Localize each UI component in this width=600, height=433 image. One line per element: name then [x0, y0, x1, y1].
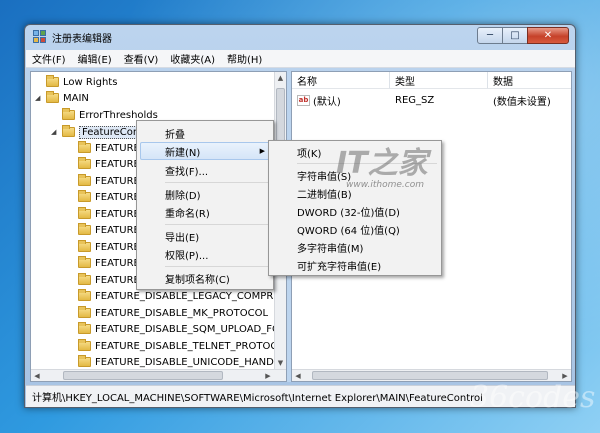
ithome-watermark: IT之家: [336, 138, 428, 182]
folder-icon: [78, 190, 91, 202]
tree-item[interactable]: FEATURE_: [67, 173, 145, 189]
context-menu: 折叠 新建(N) ▶ 查找(F)... 删除(D) 重命名(R) 导出(E) 权…: [136, 120, 274, 290]
close-button[interactable]: ✕: [527, 27, 569, 44]
submenu-item-expandable-string-value[interactable]: 可扩充字符串值(E): [273, 256, 437, 274]
tree-item-label: MAIN: [63, 92, 89, 104]
scroll-left-icon[interactable]: ◀: [31, 372, 43, 380]
string-value-icon: ab: [297, 94, 310, 106]
folder-icon: [78, 273, 91, 285]
tree-item-label: FEATURE_DISABLE_TELNET_PROTOCC: [95, 340, 285, 352]
tree-item-label: FEATURE_DISABLE_UNICODE_HANDLE: [95, 356, 286, 368]
folder-icon: [78, 157, 91, 169]
scroll-down-icon[interactable]: ▼: [275, 357, 286, 369]
registry-path: 计算机\HKEY_LOCAL_MACHINE\SOFTWARE\Microsof…: [32, 393, 483, 404]
menu-item-export[interactable]: 导出(E): [141, 227, 269, 245]
menu-view[interactable]: 查看(V): [118, 51, 165, 66]
folder-icon: [46, 75, 59, 87]
tree-item[interactable]: FEATURE_: [67, 156, 145, 172]
tree-item[interactable]: FEATURE_: [67, 255, 145, 271]
tree-horizontal-scrollbar[interactable]: ◀ ▶: [31, 369, 286, 381]
tree-expander-icon[interactable]: ◢: [35, 94, 43, 102]
tree-item-label: FEATURE_DISABLE_MK_PROTOCOL: [95, 307, 269, 319]
registry-editor-icon: [33, 30, 47, 44]
window-controls: ─ □ ✕: [477, 27, 569, 44]
tree-hscroll-thumb[interactable]: [63, 371, 223, 380]
tree-item[interactable]: FEATURE_DISABLE_LEGACY_COMPRES: [67, 288, 286, 304]
maximize-button[interactable]: □: [502, 27, 528, 44]
tree-item[interactable]: ◢ MAIN: [35, 90, 89, 106]
tree-item-label: FEATURE_DISABLE_LEGACY_COMPRES: [95, 290, 286, 302]
submenu-item-qword-value[interactable]: QWORD (64 位)值(Q): [273, 220, 437, 238]
menu-bar: 文件(F) 编辑(E) 查看(V) 收藏夹(A) 帮助(H): [26, 50, 575, 68]
title-bar[interactable]: 注册表编辑器 ─ □ ✕: [25, 25, 575, 49]
value-row-type: REG_SZ: [395, 94, 435, 106]
folder-icon: [78, 355, 91, 367]
scroll-up-icon[interactable]: ▲: [275, 72, 286, 84]
menu-file[interactable]: 文件(F): [26, 51, 72, 66]
menu-help[interactable]: 帮助(H): [221, 51, 268, 66]
ithome-url-watermark: www.ithome.com: [346, 180, 424, 190]
menu-item-new[interactable]: 新建(N) ▶: [140, 142, 270, 160]
tree-expander-icon[interactable]: ◢: [51, 128, 59, 136]
tree-item[interactable]: FEATURE_: [67, 140, 145, 156]
folder-icon: [78, 174, 91, 186]
folder-icon: [78, 322, 91, 334]
value-name-label: (默认): [313, 96, 341, 108]
tree-item[interactable]: FEATURE_: [67, 222, 145, 238]
scroll-left-icon[interactable]: ◀: [292, 372, 304, 380]
tree-item[interactable]: FEATURE_: [67, 239, 145, 255]
tree-item[interactable]: Low Rights: [35, 74, 117, 90]
submenu-item-multi-string-value[interactable]: 多字符串值(M): [273, 238, 437, 256]
menu-item-rename[interactable]: 重命名(R): [141, 203, 269, 221]
menu-item-copy-key-name[interactable]: 复制项名称(C): [141, 269, 269, 287]
menu-item-collapse[interactable]: 折叠: [141, 124, 269, 142]
values-hscroll-thumb[interactable]: [312, 371, 548, 380]
folder-icon: [78, 306, 91, 318]
folder-icon: [62, 125, 75, 137]
submenu-arrow-icon: ▶: [259, 147, 265, 155]
value-row-name[interactable]: ab (默认): [297, 92, 341, 108]
folder-icon: [78, 207, 91, 219]
menu-separator: [165, 266, 269, 267]
folder-icon: [78, 240, 91, 252]
menu-item-permissions[interactable]: 权限(P)...: [141, 245, 269, 263]
tree-item[interactable]: FEATURE_: [67, 189, 145, 205]
tree-item-label: Low Rights: [63, 76, 118, 88]
menu-item-delete[interactable]: 删除(D): [141, 185, 269, 203]
column-header-type[interactable]: 类型: [390, 72, 488, 89]
tree-item-label: FEATURE_DISABLE_SQM_UPLOAD_FOF: [95, 323, 286, 335]
submenu-item-dword-value[interactable]: DWORD (32-位)值(D): [273, 202, 437, 220]
folder-icon: [78, 256, 91, 268]
tree-item[interactable]: FEATURE_: [67, 206, 145, 222]
menu-item-new-label: 新建(N): [165, 147, 201, 159]
menu-edit[interactable]: 编辑(E): [72, 51, 118, 66]
ithome-logo: IT之家: [336, 146, 428, 181]
menu-item-find[interactable]: 查找(F)...: [141, 161, 269, 179]
corner-watermark: 36codes: [470, 380, 596, 415]
menu-favorites[interactable]: 收藏夹(A): [164, 51, 221, 66]
tree-item[interactable]: FEATURE_DISABLE_TELNET_PROTOCC: [67, 338, 284, 354]
window-title: 注册表编辑器: [52, 33, 112, 45]
folder-icon: [78, 223, 91, 235]
folder-icon: [46, 91, 59, 103]
tree-item[interactable]: FEATURE_DISABLE_SQM_UPLOAD_FOF: [67, 321, 286, 337]
scroll-right-icon[interactable]: ▶: [559, 372, 571, 380]
value-row-data: (数值未设置): [493, 96, 551, 108]
menu-separator: [165, 224, 269, 225]
folder-icon: [78, 339, 91, 351]
folder-icon: [78, 141, 91, 153]
folder-icon: [78, 289, 91, 301]
menu-separator: [165, 182, 269, 183]
scroll-right-icon[interactable]: ▶: [262, 372, 274, 380]
tree-item[interactable]: FEATURE_DISABLE_MK_PROTOCOL: [67, 305, 268, 321]
column-header-name[interactable]: 名称: [292, 72, 390, 89]
tree-item-label: ErrorThresholds: [79, 109, 158, 121]
tree-item[interactable]: FEATURE_: [67, 272, 145, 288]
tree-item[interactable]: FEATURE_DISABLE_UNICODE_HANDLE: [67, 354, 286, 370]
folder-icon: [62, 108, 75, 120]
column-header-data[interactable]: 数据: [488, 72, 571, 89]
minimize-button[interactable]: ─: [477, 27, 503, 44]
